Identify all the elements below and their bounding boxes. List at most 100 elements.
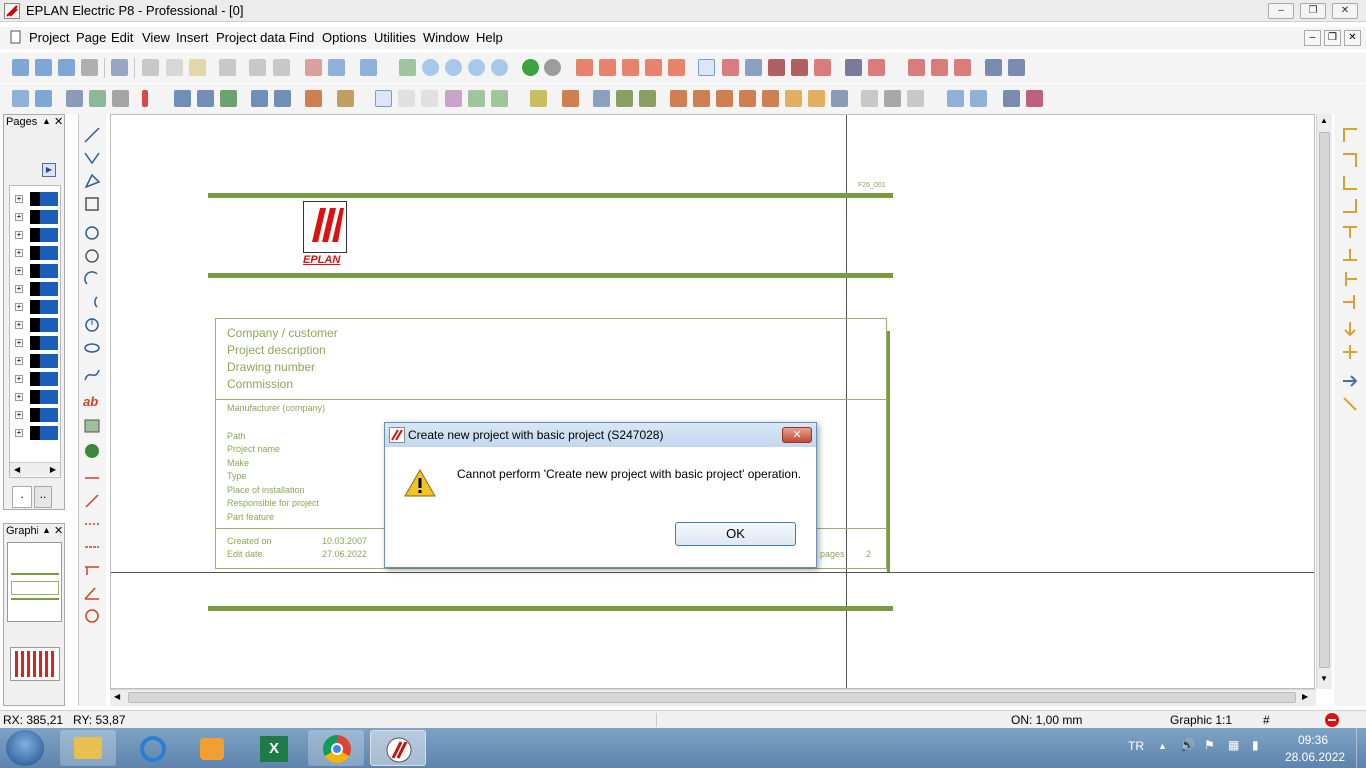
zoom-in-icon[interactable] <box>445 59 462 76</box>
radius-dimension-icon[interactable] <box>83 607 101 625</box>
structure-icon-1[interactable] <box>66 90 83 107</box>
flag-icon[interactable]: ⚑ <box>1204 738 1215 752</box>
grid-icon[interactable] <box>698 59 715 76</box>
rectangle-icon[interactable] <box>83 195 101 213</box>
filter-icon[interactable]: ▶ <box>42 163 56 177</box>
part-off-icon[interactable] <box>868 59 885 76</box>
tray-expand-icon[interactable]: ▲ <box>1158 741 1167 751</box>
horizontal-scrollbar[interactable]: ◀ ▶ <box>110 689 1316 706</box>
clock-date[interactable]: 28.06.2022 <box>1285 750 1345 764</box>
dimension-icon-2[interactable] <box>83 492 101 510</box>
tree-item[interactable]: + <box>15 372 61 386</box>
table-icon[interactable] <box>328 59 345 76</box>
volume-icon[interactable]: 🔊 <box>1180 738 1195 752</box>
tree-item[interactable]: + <box>15 318 61 332</box>
close-icon[interactable]: ✕ <box>1332 3 1358 19</box>
display-icon[interactable] <box>360 59 377 76</box>
line-icon[interactable] <box>83 126 101 144</box>
polygon-icon[interactable] <box>83 172 101 190</box>
list-icon-6[interactable] <box>785 90 802 107</box>
page-view-icon[interactable] <box>375 90 392 107</box>
list-icon-2[interactable] <box>693 90 710 107</box>
arrow-right-icon[interactable] <box>1341 372 1359 390</box>
graphic-icon[interactable] <box>562 90 579 107</box>
frame-icon-1[interactable] <box>947 90 964 107</box>
globe-icon[interactable] <box>83 442 101 460</box>
arrow-cross-icon[interactable] <box>1341 343 1359 361</box>
structure-icon-3[interactable] <box>112 90 129 107</box>
sector-icon[interactable] <box>83 316 101 334</box>
tree-item[interactable]: + <box>15 408 61 422</box>
snap-icon-5[interactable] <box>668 59 685 76</box>
menu-edit[interactable]: Edit <box>111 30 133 45</box>
graphic-close-icon[interactable]: ✕ <box>54 524 63 537</box>
menu-help[interactable]: Help <box>476 30 503 45</box>
windows-start-icon[interactable] <box>6 730 44 766</box>
layer-icon[interactable] <box>530 90 547 107</box>
cable-icon[interactable] <box>985 59 1002 76</box>
menu-page[interactable]: Page <box>76 30 106 45</box>
menu-find[interactable]: Find <box>289 30 314 45</box>
polyline-icon[interactable] <box>83 149 101 167</box>
list-icon-5[interactable] <box>762 90 779 107</box>
page-up-icon[interactable] <box>468 90 485 107</box>
connection-icon[interactable] <box>954 59 971 76</box>
vertical-scroll-thumb[interactable] <box>1319 132 1330 668</box>
page-macro-icon[interactable] <box>445 90 462 107</box>
macro-icon-1[interactable] <box>174 90 191 107</box>
structure-icon-2[interactable] <box>89 90 106 107</box>
format-icon-2[interactable] <box>884 90 901 107</box>
menu-window[interactable]: Window <box>423 30 469 45</box>
mdi-close-icon[interactable]: ✕ <box>1344 30 1361 46</box>
delete-icon[interactable] <box>219 59 236 76</box>
eplan-app-icon[interactable] <box>4 3 20 19</box>
tree-item[interactable]: + <box>15 426 61 440</box>
tree-hscroll[interactable]: ◀ ▶ <box>10 462 60 476</box>
list-icon-4[interactable] <box>739 90 756 107</box>
pin-icon[interactable]: ▲ <box>42 525 51 535</box>
mirror-icon[interactable] <box>814 59 831 76</box>
folder-icon[interactable] <box>60 730 116 766</box>
corner-icon-3[interactable] <box>1341 174 1359 192</box>
diagonal-icon[interactable] <box>1341 395 1359 413</box>
zoom-window-icon[interactable] <box>422 59 439 76</box>
menu-utilities[interactable]: Utilities <box>374 30 416 45</box>
menu-view[interactable]: View <box>142 30 170 45</box>
snap-icon-1[interactable] <box>576 59 593 76</box>
image-icon[interactable] <box>83 417 101 435</box>
circle-center-icon[interactable] <box>83 224 101 242</box>
marker-icon[interactable] <box>142 90 148 107</box>
copy-icon[interactable] <box>166 59 183 76</box>
ok-button[interactable]: OK <box>675 522 796 546</box>
user-icon[interactable] <box>35 90 52 107</box>
text-icon[interactable]: ab <box>83 394 101 412</box>
cut-icon[interactable] <box>142 59 159 76</box>
mdi-minimize-icon[interactable]: – <box>1304 30 1321 46</box>
pin-icon[interactable]: ▲ <box>42 116 51 126</box>
arc-three-point-icon[interactable] <box>83 293 101 311</box>
tree-item[interactable]: + <box>15 264 61 278</box>
parts-icon[interactable] <box>1026 90 1043 107</box>
tree-item[interactable]: + <box>15 192 61 206</box>
vertical-scrollbar[interactable]: ▲ ▼ <box>1316 114 1332 689</box>
tree-item[interactable]: + <box>15 210 61 224</box>
cart-icon[interactable] <box>1003 90 1020 107</box>
crosshair-icon[interactable] <box>931 59 948 76</box>
language-indicator[interactable]: TR <box>1128 739 1144 753</box>
tree-item[interactable]: + <box>15 354 61 368</box>
report-icon[interactable] <box>337 90 354 107</box>
close-project-icon[interactable] <box>58 59 75 76</box>
tree-item[interactable]: + <box>15 300 61 314</box>
paste-icon[interactable] <box>189 59 206 76</box>
format-icon-1[interactable] <box>861 90 878 107</box>
angle-dimension-icon[interactable] <box>83 584 101 602</box>
internet-explorer-icon[interactable] <box>124 730 180 766</box>
box-icon-2[interactable] <box>616 90 633 107</box>
refresh-icon[interactable] <box>399 59 416 76</box>
input-box-icon[interactable] <box>745 59 762 76</box>
placeholder-icon-2[interactable] <box>274 90 291 107</box>
spline-icon[interactable] <box>83 366 101 384</box>
tab-tree[interactable]: . <box>12 486 32 508</box>
dimension-icon-4[interactable] <box>83 538 101 556</box>
new-page-icon[interactable] <box>398 90 415 107</box>
